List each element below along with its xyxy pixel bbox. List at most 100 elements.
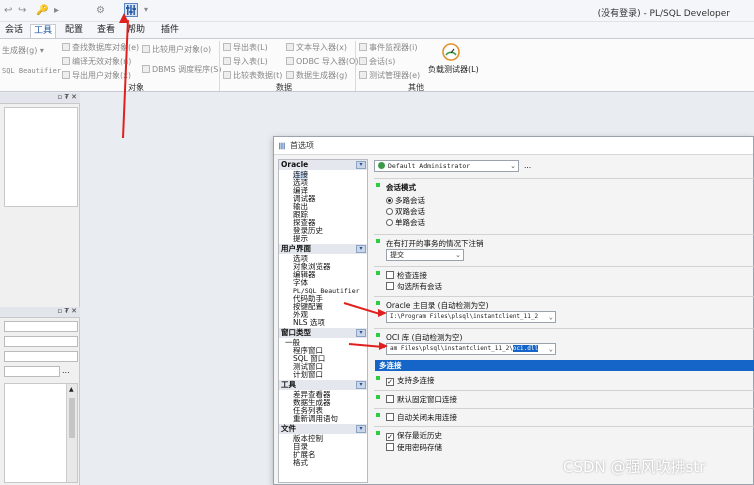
tab-config[interactable]: 配置 xyxy=(62,24,86,38)
odbc-importer-button[interactable]: ODBC 导入器(O) xyxy=(286,56,358,67)
radio-icon xyxy=(386,208,393,215)
type-select[interactable] xyxy=(4,351,78,362)
checkbox-icon xyxy=(386,271,394,279)
ribbon-tabs: 会话 工具 配置 查看 帮助 插件 xyxy=(0,22,754,38)
tree-item[interactable]: 提示 xyxy=(293,235,308,243)
preferences-icon xyxy=(279,142,285,150)
oracle-home-select[interactable]: I:\Program Files\plsql\instantclient_11_… xyxy=(386,311,556,323)
export-user-objects-button[interactable]: 导出用户对象(x) xyxy=(62,70,131,81)
import-tables-button[interactable]: 导入表(L) xyxy=(223,56,268,67)
sql-beautifier-button[interactable]: SQL Beautifier xyxy=(2,67,61,75)
radio-icon xyxy=(386,197,393,204)
chevron-down-icon: ⌄ xyxy=(510,162,516,170)
redo-icon[interactable]: ↪ xyxy=(18,5,26,16)
check-all-sessions-checkbox[interactable]: 勾选所有会话 xyxy=(386,281,442,292)
settings-icon[interactable]: ⚙ xyxy=(96,5,105,16)
compare-user-objects-button[interactable]: 比较用户对象(o) xyxy=(142,44,211,55)
collapse-icon[interactable]: ▾ xyxy=(356,161,366,169)
find-icon xyxy=(62,43,70,51)
fixed-window-conn-checkbox[interactable]: 默认固定窗口连接 xyxy=(386,394,457,405)
text-importer-button[interactable]: 文本导入器(x) xyxy=(286,42,347,53)
profile-select[interactable]: Default Administrator ⌄ xyxy=(374,160,519,172)
sessions-button[interactable]: 会话(s) xyxy=(359,56,395,67)
session-mode-title: 会话模式 xyxy=(386,183,416,192)
search-input[interactable] xyxy=(4,366,60,377)
export-table-icon xyxy=(223,43,231,51)
checkbox-icon xyxy=(386,443,394,451)
radio-multi-session[interactable]: 多路会话 xyxy=(386,195,425,206)
tree-item[interactable]: 格式 xyxy=(293,459,308,467)
tab-session[interactable]: 会话 xyxy=(2,24,26,38)
data-gen-icon xyxy=(286,71,294,79)
preferences-tree: Oracle ▾ 连接 选项 编译 调试器 输出 跟踪 探查器 登录历史 提示 用… xyxy=(278,159,368,483)
owner-select[interactable] xyxy=(4,336,78,347)
changed-marker xyxy=(376,183,380,187)
text-import-icon xyxy=(286,43,294,51)
multi-conn-row: ✓ 保存最近历史 使用密码存储 xyxy=(374,426,754,456)
collapse-icon[interactable]: ▾ xyxy=(356,329,366,337)
checkbox-icon xyxy=(386,282,394,290)
collapse-icon[interactable]: ▾ xyxy=(356,245,366,253)
load-tester-button[interactable]: 负载测试器(L) xyxy=(428,64,479,75)
scrollbar[interactable]: ▲ xyxy=(66,384,77,482)
tab-plugins[interactable]: 插件 xyxy=(158,24,182,38)
scroll-up-icon[interactable]: ▲ xyxy=(69,386,74,393)
oci-library-select[interactable]: am Files\plsql\instantclient_11_2\oci.dl… xyxy=(386,343,556,355)
browse-button[interactable]: ... xyxy=(62,366,70,375)
key-icon[interactable]: 🔑 xyxy=(36,5,48,16)
collapse-icon[interactable]: ▾ xyxy=(356,381,366,389)
run-icon[interactable]: ▸ xyxy=(54,5,59,16)
changed-marker xyxy=(376,333,380,337)
multi-conn-row: ✓ 支持多连接 xyxy=(374,372,754,390)
undo-icon[interactable]: ↩ xyxy=(4,5,12,16)
changed-marker xyxy=(376,395,380,399)
compare-table-icon xyxy=(223,71,231,79)
logoff-tx-label: 在有打开的事务的情况下注销 xyxy=(386,239,484,248)
tree-item[interactable]: 计划窗口 xyxy=(293,371,323,379)
support-multi-conn-checkbox[interactable]: ✓ 支持多连接 xyxy=(386,375,435,386)
customize-quick-access-icon[interactable]: ▾ xyxy=(144,5,148,14)
ribbon-separator xyxy=(219,41,220,91)
filter-input[interactable] xyxy=(4,321,78,332)
checkbox-checked-icon: ✓ xyxy=(386,378,394,386)
compile-invalid-button[interactable]: 编译无效对象(n) xyxy=(62,56,131,67)
group-label-other: 其他 xyxy=(408,83,424,92)
tree-item[interactable]: 重新调用语句 xyxy=(293,415,338,423)
tree-item[interactable]: NLS 选项 xyxy=(293,319,325,327)
tree-cat-ui[interactable]: 用户界面 ▾ xyxy=(279,244,367,254)
test-icon xyxy=(359,71,367,79)
generator-button[interactable]: 生成器(g) ▾ xyxy=(2,45,44,56)
left-dock-panel: ▫ ₮ ✕ ▫ ₮ ✕ ... ▲ xyxy=(0,93,80,485)
tree-cat-files[interactable]: 文件 ▾ xyxy=(279,424,367,434)
annotation-arrowhead xyxy=(378,309,387,317)
object-browser-area[interactable] xyxy=(4,107,78,207)
tree-cat-window-types[interactable]: 窗口类型 ▾ xyxy=(279,328,367,338)
collapse-icon[interactable]: ▾ xyxy=(356,425,366,433)
scroll-thumb[interactable] xyxy=(69,398,75,438)
profile-more-button[interactable]: ... xyxy=(524,161,531,170)
event-monitor-button[interactable]: 事件监视器(i) xyxy=(359,42,417,53)
logoff-tx-select[interactable]: 提交 ⌄ xyxy=(386,249,464,261)
radio-dual-session[interactable]: 双路会话 xyxy=(386,206,425,217)
check-connection-checkbox[interactable]: 检查连接 xyxy=(386,270,427,281)
panel-header[interactable]: ▫ ₮ ✕ xyxy=(0,93,80,104)
tree-cat-oracle[interactable]: Oracle ▾ xyxy=(279,160,367,170)
tree-cat-tools[interactable]: 工具 ▾ xyxy=(279,380,367,390)
test-manager-button[interactable]: 测试管理器(e) xyxy=(359,70,420,81)
dbms-scheduler-button[interactable]: DBMS 调度程序(S) xyxy=(142,64,222,75)
ribbon-panel: 生成器(g) ▾ SQL Beautifier 查找数据库对象(e) 编译无效对… xyxy=(0,38,754,92)
save-history-checkbox[interactable]: ✓ 保存最近历史 xyxy=(386,430,442,441)
password-store-checkbox[interactable]: 使用密码存储 xyxy=(386,442,442,453)
tab-tools[interactable]: 工具 xyxy=(30,24,57,38)
tree-item[interactable]: 字体 xyxy=(293,279,308,287)
export-tables-button[interactable]: 导出表(L) xyxy=(223,42,268,53)
tab-view[interactable]: 查看 xyxy=(94,24,118,38)
compare-table-data-button[interactable]: 比较表数据(t) xyxy=(223,70,282,81)
panel-header-2[interactable]: ▫ ₮ ✕ xyxy=(0,307,80,318)
dialog-title: 首选项 xyxy=(290,141,314,150)
data-generator-button[interactable]: 数据生成器(g) xyxy=(286,70,347,81)
radio-single-session[interactable]: 单路会话 xyxy=(386,217,425,228)
oci-library-section: OCI 库 (自动检测为空) am Files\plsql\instantcli… xyxy=(374,328,754,358)
auto-close-conn-checkbox[interactable]: 自动关闭未用连接 xyxy=(386,412,457,423)
group-label-objects: 对象 xyxy=(128,83,144,92)
